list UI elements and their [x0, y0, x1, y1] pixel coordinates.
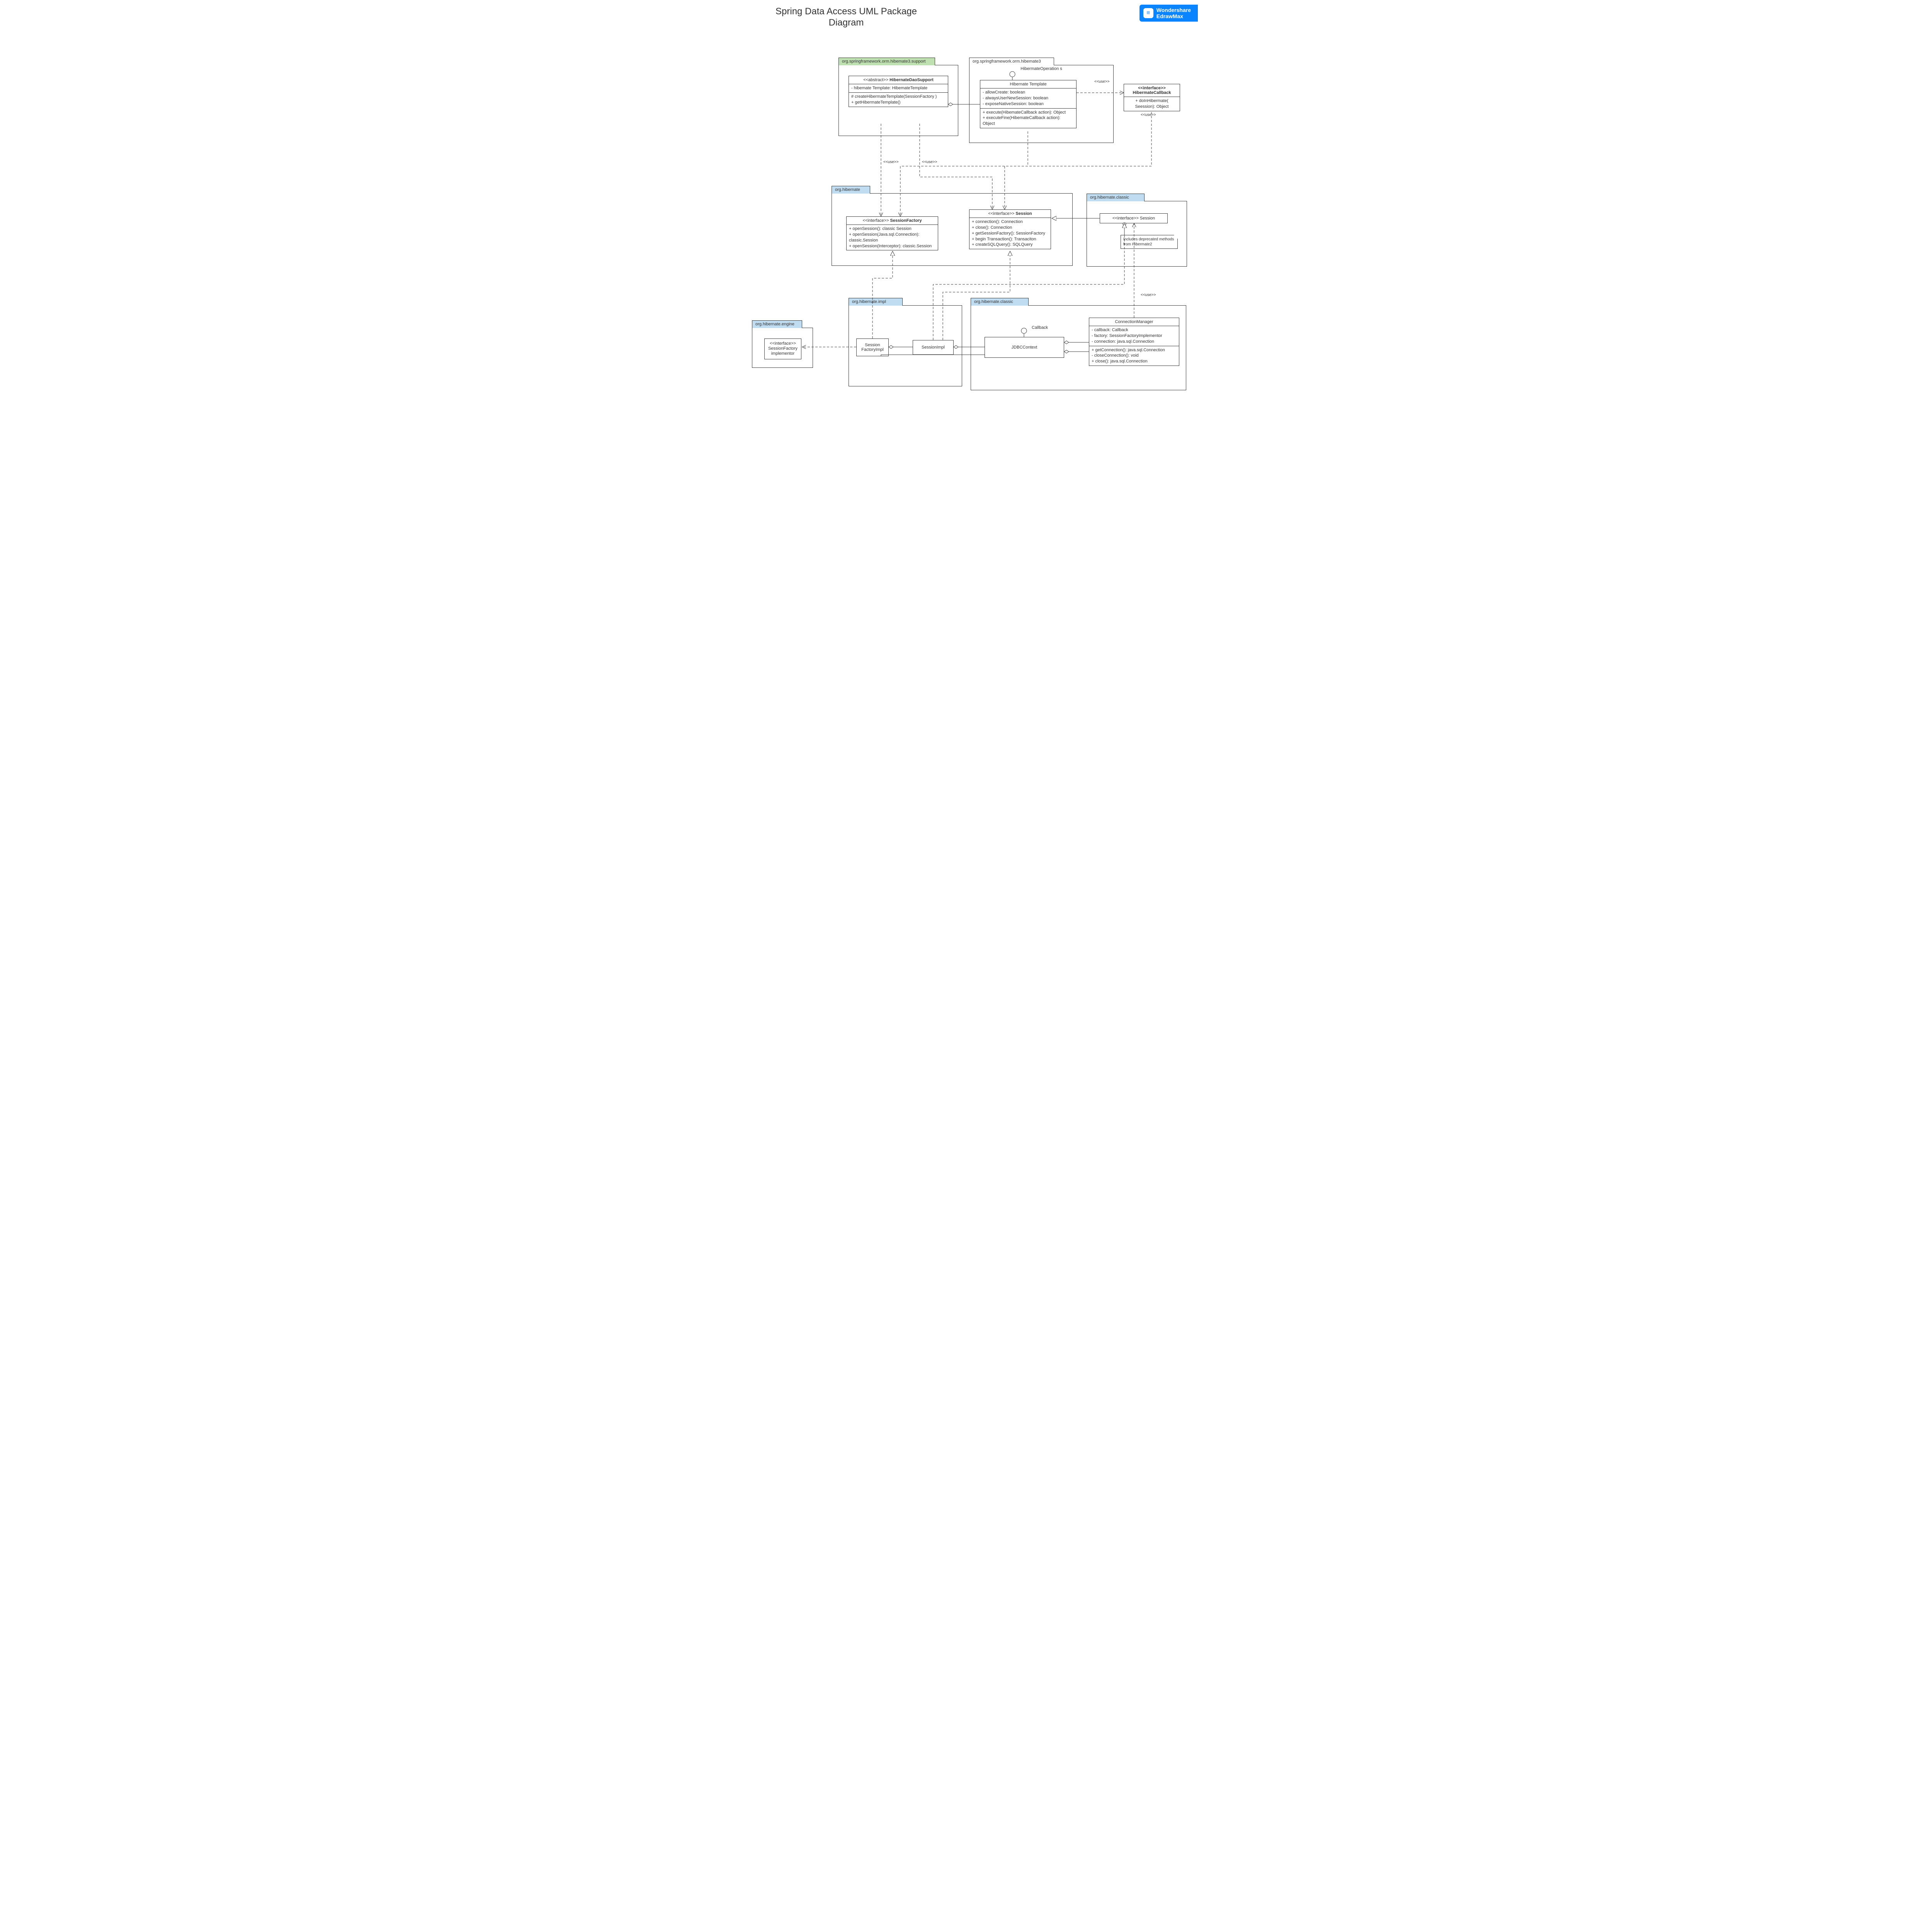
watermark-text: Wondershare EdrawMax: [1156, 7, 1191, 19]
package-tab-classic: org.hibernate.classic: [1087, 194, 1145, 201]
watermark-icon: ≡: [1143, 8, 1153, 18]
template-attrs: - allowCreate: boolean - alwaysUserNewSe…: [980, 88, 1076, 109]
template-header: Hibernate Template: [980, 80, 1076, 88]
session-header: <<interface>> Session: [969, 210, 1051, 218]
session-ops: + connection(): Connection + close(): Co…: [969, 218, 1051, 249]
callback-header: <<interface>> HibermateCallback: [1124, 84, 1180, 97]
package-tab-engine: org.hibernate.engine: [752, 320, 802, 328]
package-tab-hibernate: org.hibernate: [832, 186, 870, 194]
template-ops: + execute(HibemateCallback action): Obje…: [980, 109, 1076, 128]
use-label-1: <<use>>: [1094, 80, 1110, 84]
classic-session-note: Includes deprecated methods from Hiberma…: [1121, 235, 1178, 249]
hibernate-operations-label: HibermateOperation s: [1018, 66, 1065, 71]
class-dao-support: <<abstract>> HibernateDaoSupport - hibem…: [849, 76, 948, 107]
use-label-3: <<use>>: [883, 160, 899, 164]
dao-support-attrs: - hibemate Template: HibemateTemplate: [849, 84, 948, 93]
package-tab-impl: org.hibernate.impl: [849, 298, 903, 306]
class-connection-manager: ConnectionManager - callback: Callback -…: [1089, 318, 1179, 366]
package-classic: org.hibernate.classic: [1087, 201, 1187, 267]
use-label-5: <<use>>: [1140, 293, 1156, 297]
conn-mgr-attrs: - callback: Callback - factory: SessionF…: [1089, 326, 1179, 346]
class-sf-implementor: <<interface>> SessionFactory implementor: [764, 338, 801, 359]
class-session: <<interface>> Session + connection(): Co…: [969, 209, 1051, 249]
diagram-title: Spring Data Access UML Package Diagram: [769, 6, 923, 29]
use-label-4: <<use>>: [921, 160, 938, 164]
use-label-2: <<use>>: [1140, 113, 1156, 117]
class-session-factory: <<interface>> SessionFactory + openSessi…: [846, 216, 938, 250]
watermark-badge: ≡ Wondershare EdrawMax: [1139, 5, 1198, 22]
session-factory-header: <<interface>> SessionFactory: [847, 217, 938, 225]
session-factory-ops: + openSession(): classic Session + openS…: [847, 225, 938, 250]
class-template: Hibernate Template - allowCreate: boolea…: [980, 80, 1077, 128]
class-session-impl: SessionImpl: [913, 340, 954, 355]
class-callback: <<interface>> HibermateCallback + doInHi…: [1124, 84, 1180, 111]
class-session-factory-impl: Session FactoryImpl: [856, 338, 889, 356]
package-tab-hibernate3: org.springframework.orm.hibemate3: [969, 58, 1054, 65]
conn-mgr-header: ConnectionManager: [1089, 318, 1179, 326]
class-classic-session: <<interface>> Session: [1100, 213, 1168, 223]
callback-ops: + doInHibermate( Seession): Object: [1124, 97, 1180, 111]
callback-label: Callback: [1032, 325, 1048, 330]
conn-mgr-ops: + getConnection(): java.sql.Connection -…: [1089, 346, 1179, 366]
dao-support-header: <<abstract>> HibernateDaoSupport: [849, 76, 948, 84]
class-jdbc-context: JDBCContext: [985, 337, 1064, 358]
package-tab-classic2: org.hibernate.classic: [971, 298, 1029, 306]
package-tab-support: org.springframework.orm.hibemate3.suppor…: [838, 58, 935, 65]
dao-support-ops: # createHibermateTemplate(SessionFactory…: [849, 93, 948, 107]
